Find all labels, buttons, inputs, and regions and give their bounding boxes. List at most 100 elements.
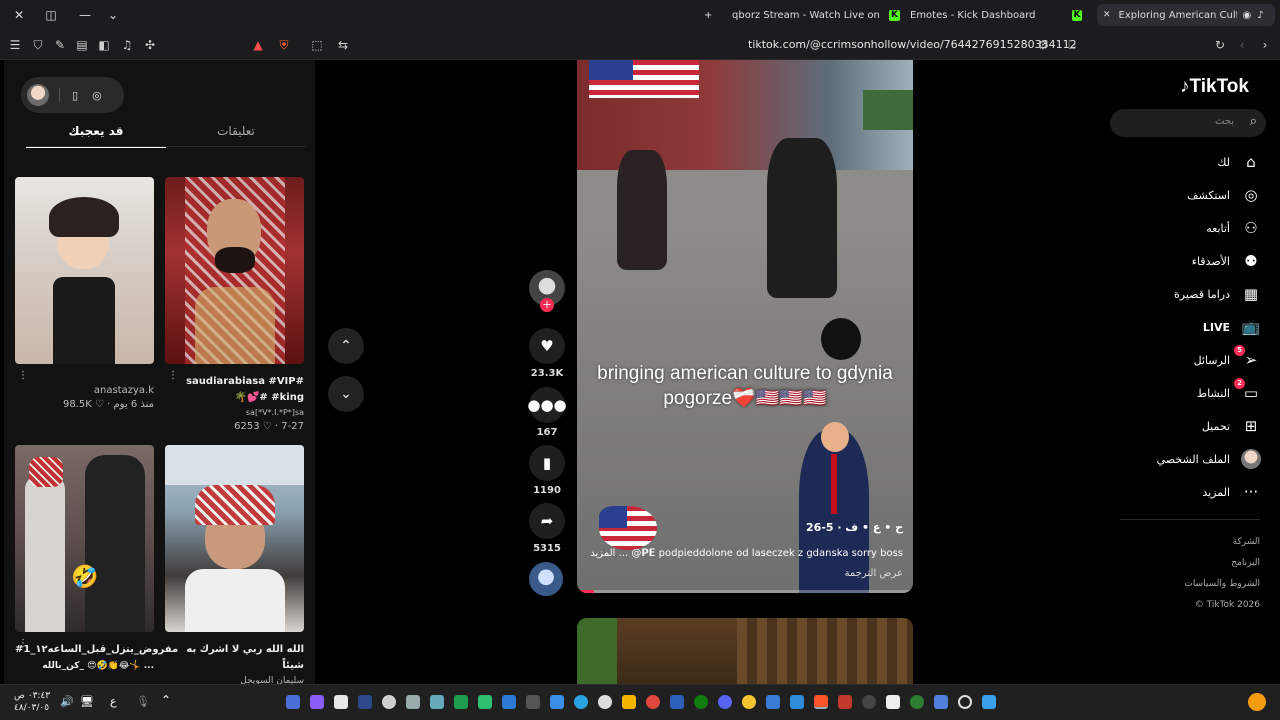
video-card[interactable]: 🤣 ⋮ #مفروض_ينزل_قبل_الساعه١٢_1 كن_بالله_… <box>15 445 178 674</box>
video-thumbnail[interactable] <box>165 177 304 364</box>
brave-browser-icon[interactable] <box>814 695 828 709</box>
sidebar-icon[interactable]: ◧ <box>96 37 112 53</box>
taskbar-app-icon[interactable] <box>310 695 324 709</box>
minimize-icon[interactable]: — <box>70 0 100 30</box>
sidebar-item-friends[interactable]: الأصدقاء ⚉ <box>1192 249 1262 273</box>
search-input[interactable]: بحث ⌕ <box>1110 109 1266 137</box>
back-icon[interactable]: ‹ <box>1234 37 1250 53</box>
video-description[interactable]: المزيد ... @𝗣𝗘 podpieddolone od laseczek… <box>590 548 903 559</box>
sidebar-item-upload[interactable]: تحميل ⊞ <box>1202 414 1262 438</box>
sidebar-item-explore[interactable]: استكشف ◎ <box>1187 183 1262 207</box>
card-title[interactable]: كن_بالله_ 😍🤣👏😂🤸 ... <box>15 658 154 674</box>
tab-kick-stream[interactable]: qborz Stream - Watch Live on Kick <box>732 4 882 26</box>
taskbar-app-icon[interactable] <box>406 695 420 709</box>
taskbar-app-icon[interactable] <box>646 695 660 709</box>
reader-icon[interactable]: ▤ <box>74 37 90 53</box>
sidebar-item-activity[interactable]: النشاط ▭ 2 <box>1197 378 1262 405</box>
video-author[interactable]: ح • ع • ف · 5-26 <box>806 521 903 534</box>
tab-kick-emotes[interactable]: K Emotes - Kick Dashboard <box>889 4 1064 26</box>
taskbar-app-icon[interactable] <box>742 695 756 709</box>
avatar[interactable] <box>27 84 49 106</box>
discord-icon[interactable] <box>718 695 732 709</box>
more-options-icon[interactable]: ⋮ <box>18 370 28 381</box>
card-username[interactable]: sa[*V*.I.*P*]sa <box>165 406 304 420</box>
bookmark-icon[interactable]: ⎕ <box>1064 37 1080 53</box>
see-translation-link[interactable]: عرض الترجمة <box>845 568 903 579</box>
comment-button[interactable]: ●●● 167 <box>527 387 567 438</box>
taskbar-app-icon[interactable] <box>478 695 492 709</box>
card-title[interactable]: الله الله ربي لا اشرك به شيئاً <box>165 642 304 674</box>
sidebar-item-short-drama[interactable]: دراما قصيرة ▦ <box>1174 282 1262 306</box>
taskbar-app-icon[interactable] <box>334 695 348 709</box>
share-button[interactable]: ➦ 5315 <box>529 503 565 554</box>
tiktok-logo[interactable]: ♪TikTok <box>1180 76 1249 98</box>
taskbar-app-icon[interactable] <box>526 695 540 709</box>
music-icon[interactable]: ♫ <box>119 37 135 53</box>
volume-icon[interactable]: 🔊 <box>60 695 74 708</box>
taskbar-app-icon[interactable] <box>670 695 684 709</box>
sidebar-item-live[interactable]: LIVE 📺 <box>1203 315 1262 339</box>
video-card[interactable]: الله الله ربي لا اشرك به شيئاً سليمان ال… <box>165 445 304 684</box>
tab-menu-icon[interactable]: ◫ <box>36 0 66 30</box>
close-window-icon[interactable]: ✕ <box>4 0 34 30</box>
site-settings-icon[interactable]: ⚙ <box>1035 37 1051 53</box>
taskbar-app-icon[interactable] <box>286 695 300 709</box>
footer-link-company[interactable]: الشركة <box>1184 532 1260 553</box>
sidebar-item-for-you[interactable]: لك ⌂ <box>1217 150 1262 174</box>
card-username[interactable]: سليمان السويحل <box>165 674 304 684</box>
video-thumbnail[interactable] <box>15 177 154 364</box>
like-button[interactable]: ♥ 23.3K <box>529 328 565 379</box>
tab-comments[interactable]: تعليقات <box>166 120 306 148</box>
phone-icon[interactable]: ▯ <box>72 89 78 102</box>
video-thumbnail[interactable] <box>165 445 304 632</box>
extensions-icon[interactable]: ✣ <box>142 37 158 53</box>
taskbar-app-icon[interactable] <box>886 695 900 709</box>
taskbar-app-icon[interactable] <box>838 695 852 709</box>
taskbar-app-icon[interactable] <box>766 695 780 709</box>
bookmark-icon[interactable]: ▮ <box>529 445 565 481</box>
telegram-icon[interactable] <box>574 695 588 709</box>
close-tab-icon[interactable]: ✕ <box>1103 10 1111 20</box>
menu-icon[interactable]: ☰ <box>7 37 23 53</box>
language-indicator[interactable]: ع <box>110 695 117 708</box>
save-button[interactable]: ▮ 1190 <box>529 445 565 496</box>
xbox-icon[interactable] <box>694 695 708 709</box>
creator-avatar[interactable]: + <box>529 270 565 312</box>
card-title[interactable]: 🌴💕# #king <box>165 390 305 406</box>
video-progress-bar[interactable] <box>577 590 913 593</box>
more-options-icon[interactable]: ⋮ <box>18 638 28 649</box>
clock[interactable]: ٠٣:٤٣ ص ٤٨/٠٣/٠٥ <box>14 690 50 714</box>
more-options-icon[interactable]: ⋮ <box>168 370 178 381</box>
heart-icon[interactable]: ♥ <box>529 328 565 364</box>
taskbar-app-icon[interactable] <box>934 695 948 709</box>
shield-icon[interactable]: ⛉ <box>30 37 46 53</box>
taskbar-app-icon[interactable] <box>790 695 804 709</box>
share-icon[interactable]: ➦ <box>529 503 565 539</box>
translate-icon[interactable]: ⇆ <box>335 37 351 53</box>
sidebar-item-more[interactable]: المزيد ··· <box>1202 480 1262 504</box>
compass-icon[interactable]: ◎ <box>92 89 102 102</box>
taskbar-app-icon[interactable] <box>598 695 612 709</box>
search-icon[interactable]: ⌕ <box>1250 114 1257 129</box>
edge-icon[interactable] <box>910 695 924 709</box>
excel-icon[interactable] <box>454 695 468 709</box>
card-title[interactable]: saudiarabiasa #VIP# <box>165 374 304 390</box>
pin-icon[interactable]: ✎ <box>52 37 68 53</box>
taskbar-app-icon[interactable] <box>430 695 444 709</box>
tab-you-may-like[interactable]: قد يعجبك <box>26 120 166 148</box>
footer-link-terms[interactable]: الشروط والسياسات <box>1184 574 1260 595</box>
sidebar-item-messages[interactable]: الرسائل ➢ 5 <box>1194 345 1262 372</box>
tab-tiktok-active[interactable]: ✕ Exploring American Culture in ◉ ♪ <box>1097 4 1275 26</box>
weather-icon[interactable] <box>1248 693 1266 711</box>
taskbar-app-icon[interactable] <box>382 695 396 709</box>
brave-shield-icon[interactable]: ⛨ <box>276 37 292 53</box>
microphone-icon[interactable]: 🎙 <box>136 695 150 708</box>
speaker-icon[interactable]: ◉ <box>1243 10 1252 21</box>
tab-kick[interactable]: K <box>1072 4 1092 26</box>
taskbar-app-icon[interactable] <box>550 695 564 709</box>
next-video-preview[interactable] <box>577 618 913 684</box>
follow-plus-icon[interactable]: + <box>540 298 554 312</box>
sidebar-item-profile[interactable]: الملف الشخصي <box>1157 447 1262 471</box>
new-tab-button[interactable]: + <box>704 4 712 26</box>
video-thumbnail[interactable]: 🤣 <box>15 445 154 632</box>
